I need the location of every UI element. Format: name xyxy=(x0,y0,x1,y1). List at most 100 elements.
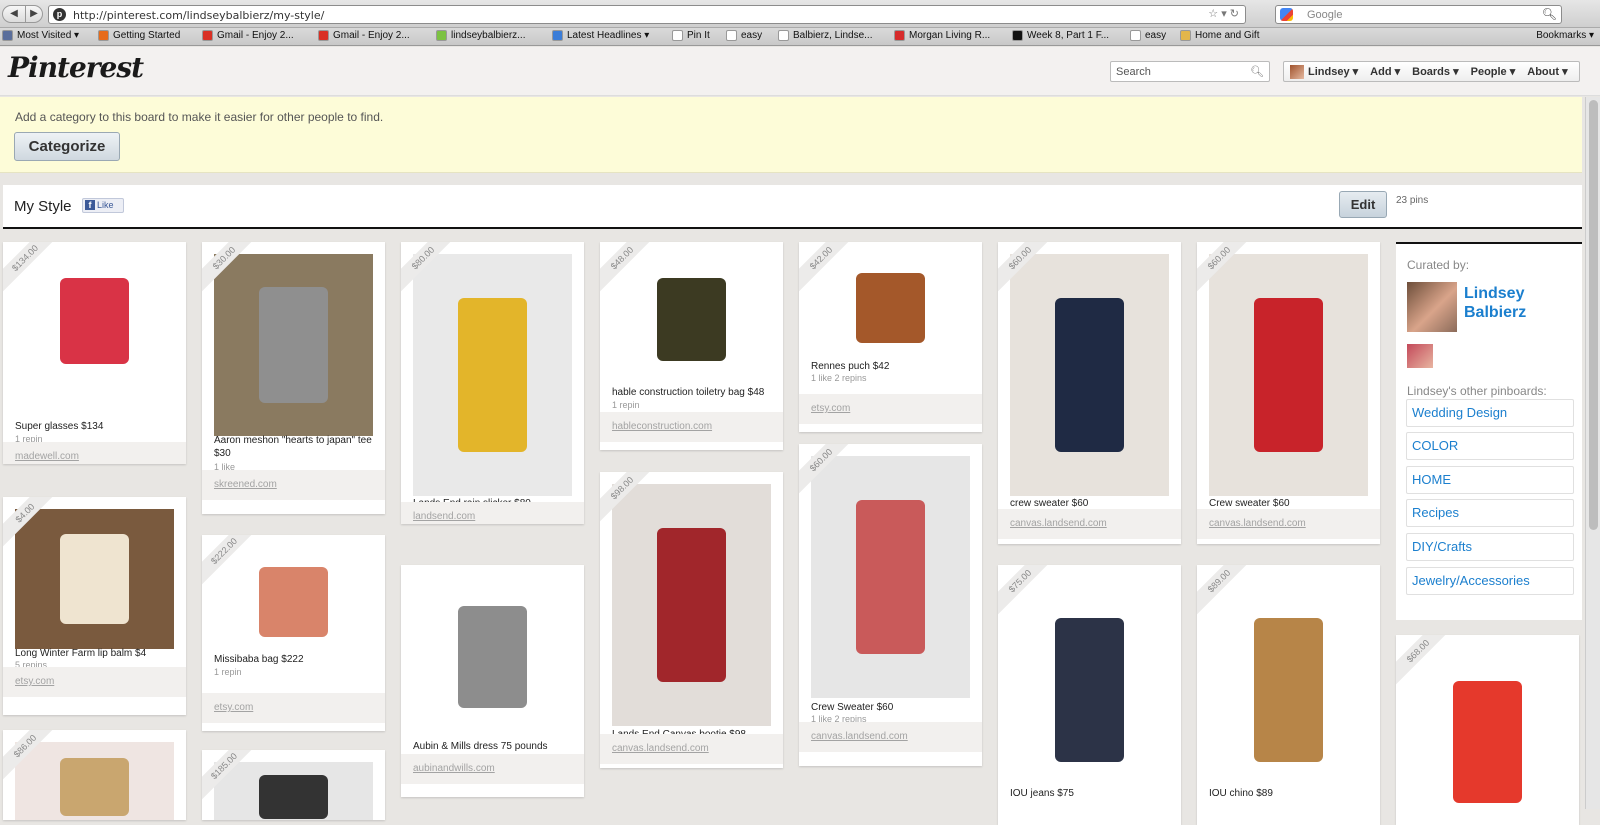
pin-card[interactable]: $42.00 Rennes puch $42 1 like 2 repins etsy… xyxy=(799,242,982,432)
search-input[interactable]: Search 🔍︎ xyxy=(1110,61,1270,82)
bookmark-item[interactable]: lindseybalbierz... xyxy=(436,30,525,41)
pin-image[interactable] xyxy=(1408,647,1567,825)
bookmark-item[interactable]: Most Visited ▾ xyxy=(2,30,79,41)
bookmark-item[interactable]: easy xyxy=(726,30,762,41)
browser-search-field[interactable]: Google 🔍︎ xyxy=(1275,5,1562,24)
pin-source-link[interactable]: canvas.landsend.com xyxy=(1209,518,1306,529)
page-scrollbar[interactable] xyxy=(1585,97,1600,809)
pinboard-link[interactable]: Recipes xyxy=(1406,499,1574,527)
pin-image[interactable] xyxy=(15,509,174,649)
curator-name-link[interactable]: Lindsey Balbierz xyxy=(1464,284,1564,322)
pinboard-link[interactable]: Wedding Design xyxy=(1406,399,1574,427)
pinboard-link[interactable]: HOME xyxy=(1406,466,1574,494)
pin-image[interactable] xyxy=(15,254,174,388)
product-shape xyxy=(855,499,926,655)
bookmark-item[interactable]: Week 8, Part 1 F... xyxy=(1012,30,1109,41)
pin-source-link[interactable]: hableconstruction.com xyxy=(612,421,712,432)
pin-image[interactable] xyxy=(1209,577,1368,802)
pin-card[interactable]: $4.00 Long Winter Farm lip balm $4 5 repin… xyxy=(3,497,186,715)
bookmark-favicon-icon xyxy=(98,30,109,41)
pinboard-link[interactable]: DIY/Crafts xyxy=(1406,533,1574,561)
categorize-button[interactable]: Categorize xyxy=(14,132,120,161)
pinboard-link[interactable]: COLOR xyxy=(1406,432,1574,460)
pin-card[interactable]: $30.00 Aaron meshon "hearts to japan" tee… xyxy=(202,242,385,514)
pin-source-link[interactable]: skreened.com xyxy=(214,479,277,490)
bookmark-item[interactable]: Balbierz, Lindse... xyxy=(778,30,873,41)
pin-card[interactable]: $86.00 xyxy=(3,730,186,820)
pin-source-link[interactable]: aubinandwills.com xyxy=(413,763,495,774)
pinterest-logo[interactable]: Pinterest xyxy=(8,51,144,84)
pin-image[interactable] xyxy=(1209,254,1368,496)
pin-image[interactable] xyxy=(811,254,970,362)
pin-image[interactable] xyxy=(1010,577,1169,802)
pin-source-link[interactable]: etsy.com xyxy=(15,676,54,687)
pin-card[interactable]: $134.00 Super glasses $134 1 repin madewell… xyxy=(3,242,186,464)
pin-image[interactable] xyxy=(214,254,373,436)
pin-image[interactable] xyxy=(413,577,572,737)
bookmark-favicon-icon xyxy=(202,30,213,41)
pin-card[interactable]: $75.00 IOU jeans $75 xyxy=(998,565,1181,825)
follower-avatar[interactable] xyxy=(1407,344,1433,368)
pin-image[interactable] xyxy=(214,762,373,820)
pin-card[interactable]: $80.00Lands End rain slicker $80landsend… xyxy=(401,242,584,524)
scrollbar-thumb[interactable] xyxy=(1589,100,1598,530)
pin-card[interactable]: $60.00 Crew Sweater $60 1 like 2 repins can… xyxy=(799,444,982,766)
add-menu[interactable]: Add ▾ xyxy=(1364,65,1406,78)
pin-source-link[interactable]: canvas.landsend.com xyxy=(811,731,908,742)
pin-card[interactable]: $68.00 xyxy=(1396,635,1579,825)
browser-search-placeholder[interactable]: Google xyxy=(1307,9,1342,21)
bookmark-star-reload-icons[interactable]: ☆ ▾ ↻ xyxy=(1208,7,1239,20)
bookmark-item[interactable]: Gmail - Enjoy 2... xyxy=(318,30,410,41)
pin-image[interactable] xyxy=(612,254,771,385)
pin-image[interactable] xyxy=(15,742,174,820)
pin-description: IOU chino $89 xyxy=(1209,788,1273,799)
bookmark-item[interactable]: Morgan Living R... xyxy=(894,30,990,41)
bookmark-item[interactable]: Getting Started xyxy=(98,30,180,41)
forward-button[interactable]: ▶ xyxy=(25,5,43,23)
pin-image[interactable] xyxy=(612,484,771,726)
pin-description: Super glasses $134 xyxy=(15,421,104,432)
pin-source-link[interactable]: etsy.com xyxy=(811,403,850,414)
search-icon[interactable]: 🔍︎ xyxy=(1250,65,1264,78)
browser-toolbar: ◀ ▶ p http://pinterest.com/lindseybalbie… xyxy=(0,0,1600,28)
bookmark-item[interactable]: Latest Headlines ▾ xyxy=(552,30,649,41)
pin-image[interactable] xyxy=(1010,254,1169,496)
bookmark-label: Home and Gift xyxy=(1195,30,1260,41)
pin-card[interactable]: $48.00 hable construction toiletry bag $4… xyxy=(600,242,783,450)
user-menu[interactable]: Lindsey ▾ xyxy=(1308,65,1364,78)
about-menu[interactable]: About ▾ xyxy=(1521,65,1573,78)
back-button[interactable]: ◀ xyxy=(2,5,26,23)
pin-card[interactable]: $222.00 Missibaba bag $222 1 repin etsy.com xyxy=(202,535,385,731)
bookmark-item[interactable]: Pin It xyxy=(672,30,710,41)
pinboard-link[interactable]: Jewelry/Accessories xyxy=(1406,567,1574,595)
edit-board-button[interactable]: Edit xyxy=(1339,191,1387,218)
pin-card[interactable]: $98.00Lands End Canvas bootie $98canvas.… xyxy=(600,472,783,768)
pin-card[interactable]: $60.00 Crew sweater $60 canvas.landsend.co… xyxy=(1197,242,1380,544)
pin-image[interactable] xyxy=(811,456,970,698)
bookmark-item[interactable]: Gmail - Enjoy 2... xyxy=(202,30,294,41)
curator-avatar[interactable] xyxy=(1407,282,1457,332)
pin-source-link[interactable]: landsend.com xyxy=(413,511,475,522)
url-text[interactable]: http://pinterest.com/lindseybalbierz/my-… xyxy=(73,9,324,22)
pin-source-link[interactable]: canvas.landsend.com xyxy=(1010,518,1107,529)
url-bar[interactable]: p http://pinterest.com/lindseybalbierz/m… xyxy=(48,5,1246,24)
facebook-like-button[interactable]: f Like xyxy=(82,198,124,213)
people-menu[interactable]: People ▾ xyxy=(1465,65,1522,78)
pin-source-link[interactable]: madewell.com xyxy=(15,451,79,462)
avatar[interactable] xyxy=(1290,64,1304,79)
pin-image[interactable] xyxy=(214,547,373,657)
pin-source-link[interactable]: canvas.landsend.com xyxy=(612,743,709,754)
boards-menu[interactable]: Boards ▾ xyxy=(1406,65,1464,78)
search-icon[interactable]: 🔍︎ xyxy=(1542,7,1557,21)
pin-image[interactable] xyxy=(413,254,572,496)
bookmark-item[interactable]: easy xyxy=(1130,30,1166,41)
bookmarks-menu[interactable]: Bookmarks ▾ xyxy=(1536,30,1594,41)
bookmark-item[interactable]: Home and Gift xyxy=(1180,30,1259,41)
google-icon[interactable] xyxy=(1280,8,1293,21)
pin-card[interactable]: $185.00 xyxy=(202,750,385,820)
pin-source-link[interactable]: etsy.com xyxy=(214,702,253,713)
pin-card[interactable]: $60.00 crew sweater $60 canvas.landsend.co… xyxy=(998,242,1181,544)
pin-card[interactable]: Aubin & Mills dress 75 pounds aubinandwil… xyxy=(401,565,584,797)
search-placeholder[interactable]: Search xyxy=(1116,66,1151,78)
pin-card[interactable]: $89.00 IOU chino $89 xyxy=(1197,565,1380,825)
